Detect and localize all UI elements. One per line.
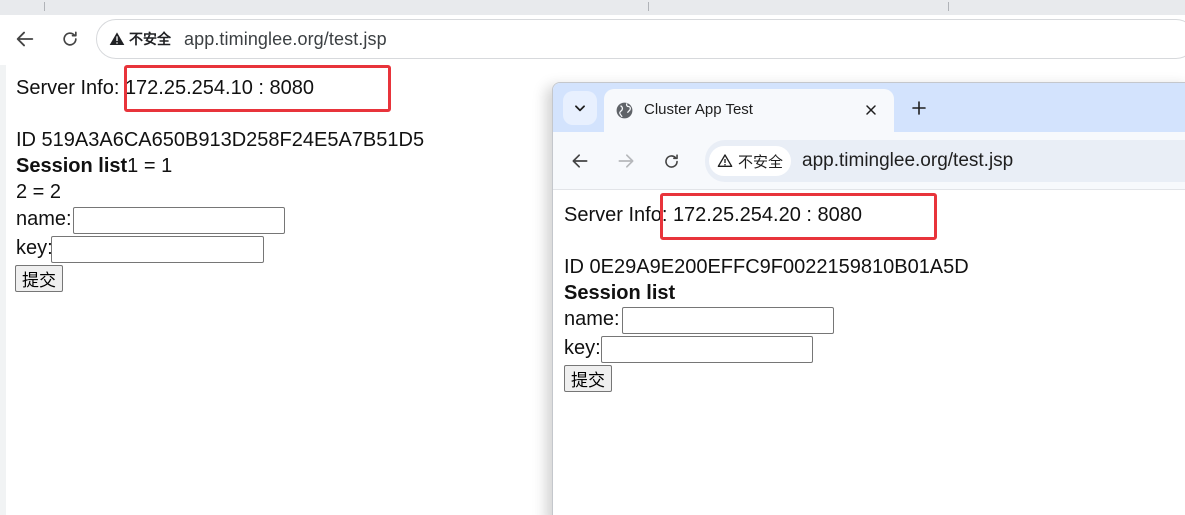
not-secure-label: 不安全 [129, 31, 171, 47]
new-tab-button[interactable] [905, 94, 933, 122]
name-label: name: [16, 208, 72, 230]
annotation-highlight-box [124, 65, 391, 112]
tab-separator [948, 2, 949, 11]
front-window-toolbar: 不安全 app.timinglee.org/test.jsp [553, 132, 1185, 190]
back-button[interactable] [10, 24, 40, 54]
name-input[interactable] [73, 207, 285, 234]
tab-search-button[interactable] [563, 91, 597, 125]
tab-close-button[interactable] [860, 99, 882, 121]
submit-button[interactable]: 提交 [15, 265, 63, 292]
back-window-toolbar: 不安全 app.timinglee.org/test.jsp [0, 15, 1185, 65]
session-list-label: Session list [564, 282, 676, 304]
back-button[interactable] [565, 146, 595, 176]
server-info-label: Server Info: [16, 77, 125, 99]
reload-icon [63, 31, 77, 46]
name-label: name: [564, 308, 620, 330]
tab-separator [648, 2, 649, 11]
warning-triangle-icon [109, 32, 125, 45]
tab-separator [44, 2, 45, 11]
key-input[interactable] [51, 236, 264, 263]
key-label: key: [16, 237, 53, 259]
session-id: ID 519A3A6CA650B913D258F24E5A7B51D5 [16, 129, 425, 151]
chevron-down-icon [575, 105, 585, 112]
front-browser-window: Cluster App Test 不安全 app.timinglee.org/t… [552, 82, 1185, 515]
tab-cluster-app-test[interactable]: Cluster App Test [604, 89, 894, 132]
back-window-tabstrip [0, 0, 1185, 15]
address-bar[interactable]: 不安全 app.timinglee.org/test.jsp [705, 140, 1185, 182]
security-indicator[interactable]: 不安全 [709, 146, 792, 176]
warning-triangle-icon [717, 154, 733, 167]
key-label: key: [564, 337, 601, 359]
name-input[interactable] [622, 307, 834, 334]
address-bar[interactable]: 不安全 app.timinglee.org/test.jsp [96, 19, 1185, 59]
front-window-tabstrip: Cluster App Test [553, 83, 1185, 132]
tab-title: Cluster App Test [644, 101, 753, 118]
session-list-line: Session list1 = 1 [16, 153, 172, 179]
arrow-left-icon [16, 31, 34, 47]
reload-icon [664, 153, 678, 168]
globe-icon [616, 102, 633, 119]
url-text[interactable]: app.timinglee.org/test.jsp [184, 29, 387, 50]
session-entry: 1 = 1 [127, 155, 173, 177]
session-list-label: Session list [16, 155, 128, 177]
key-input[interactable] [601, 336, 813, 363]
reload-button[interactable] [55, 24, 85, 54]
session-entry: 2 = 2 [16, 181, 62, 203]
submit-button[interactable]: 提交 [564, 365, 612, 392]
not-secure-label: 不安全 [738, 153, 784, 171]
url-text[interactable]: app.timinglee.org/test.jsp [802, 150, 1013, 172]
session-id: ID 0E29A9E200EFFC9F0022159810B01A5D [564, 256, 969, 278]
forward-button[interactable] [611, 146, 641, 176]
server-info-label: Server Info: [564, 204, 673, 226]
reload-button[interactable] [656, 146, 686, 176]
security-indicator[interactable]: 不安全 [109, 29, 171, 49]
close-icon [866, 105, 876, 115]
arrow-right-icon [618, 154, 634, 168]
arrow-left-icon [572, 154, 588, 168]
plus-icon [912, 101, 926, 115]
annotation-highlight-box [660, 193, 937, 240]
